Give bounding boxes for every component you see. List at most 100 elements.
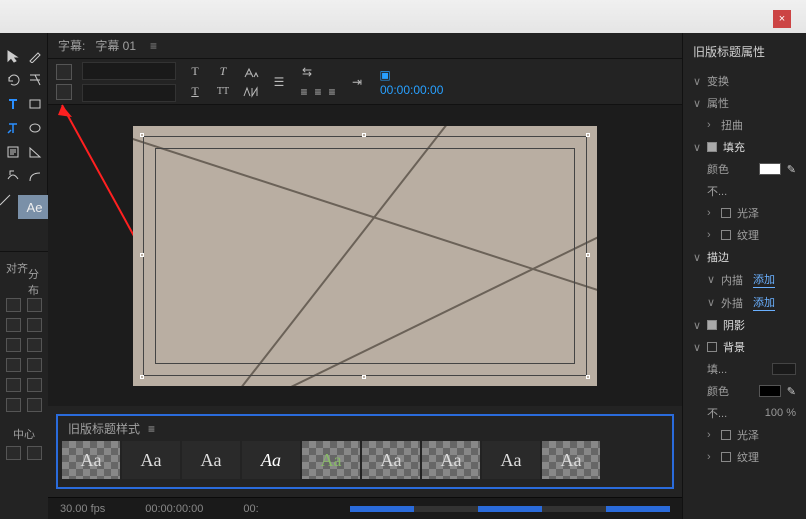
anchor-tool[interactable]: [26, 71, 44, 89]
rotate-tool[interactable]: [4, 71, 22, 89]
twisty-icon[interactable]: ∨: [693, 251, 701, 264]
texture-item[interactable]: 纹理: [737, 227, 759, 243]
twisty-icon[interactable]: ∨: [693, 97, 701, 110]
size-icon[interactable]: [242, 64, 260, 80]
align-btn[interactable]: [6, 338, 21, 352]
video-toggle-icon[interactable]: ▣: [376, 67, 394, 83]
strokes-group[interactable]: 描边: [707, 249, 729, 265]
bold-icon[interactable]: T: [186, 64, 204, 80]
align-btn[interactable]: [6, 358, 21, 372]
area-type-tool[interactable]: [4, 143, 22, 161]
font-style-select[interactable]: [82, 84, 176, 102]
align-btn[interactable]: [27, 358, 42, 372]
timecode[interactable]: 00:00:00:00: [380, 83, 443, 97]
fill-checkbox[interactable]: [707, 142, 717, 152]
style-swatch[interactable]: Aa: [242, 441, 300, 479]
center-v-btn[interactable]: [27, 446, 42, 460]
twisty-icon[interactable]: ›: [707, 229, 715, 241]
sheen-checkbox[interactable]: [721, 430, 731, 440]
selection-tool[interactable]: [4, 47, 22, 65]
align-btn[interactable]: [27, 318, 42, 332]
attributes-group[interactable]: 属性: [707, 95, 729, 111]
align-btn[interactable]: [27, 298, 42, 312]
add-inner-stroke[interactable]: 添加: [753, 271, 775, 288]
align-btn[interactable]: [27, 378, 42, 392]
align-btn[interactable]: [6, 318, 21, 332]
italic-icon[interactable]: T: [214, 64, 232, 80]
twisty-icon[interactable]: ›: [707, 451, 715, 463]
shadow-checkbox[interactable]: [707, 320, 717, 330]
style-swatch[interactable]: Aa: [182, 441, 240, 479]
style-swatch[interactable]: Aa: [62, 441, 120, 479]
line-tool[interactable]: [0, 191, 14, 209]
align-btn[interactable]: [27, 338, 42, 352]
close-icon[interactable]: ×: [773, 10, 791, 28]
tab-icon[interactable]: ⇥: [348, 74, 366, 90]
type-tool[interactable]: [4, 95, 22, 113]
style-thumb[interactable]: Ae: [18, 195, 52, 219]
ellipse-tool[interactable]: [26, 119, 44, 137]
align-left-icon[interactable]: ≡: [298, 84, 310, 100]
template-icon[interactable]: [56, 64, 72, 80]
font-family-select[interactable]: [82, 62, 176, 80]
add-outer-stroke[interactable]: 添加: [753, 294, 775, 311]
style-swatch[interactable]: Aa: [542, 441, 600, 479]
eyedropper-icon[interactable]: ✎: [787, 385, 796, 398]
opacity-value[interactable]: 100 %: [765, 407, 796, 419]
canvas-area[interactable]: [48, 105, 682, 406]
style-swatch[interactable]: Aa: [482, 441, 540, 479]
bg-sheen-item[interactable]: 光泽: [737, 427, 759, 443]
leading-icon[interactable]: ☰: [270, 74, 288, 90]
twisty-icon[interactable]: ∨: [693, 319, 701, 332]
timeline-ruler[interactable]: [350, 506, 670, 512]
fill-group[interactable]: 填充: [723, 139, 745, 155]
sheen-item[interactable]: 光泽: [737, 205, 759, 221]
vertical-type-tool[interactable]: [4, 119, 22, 137]
tracking-icon[interactable]: ⇆: [298, 64, 316, 80]
align-right-icon[interactable]: ≡: [326, 84, 338, 100]
template-icon[interactable]: [56, 84, 72, 100]
underline-icon[interactable]: T: [186, 84, 204, 100]
background-group[interactable]: 背景: [723, 339, 745, 355]
texture-checkbox[interactable]: [721, 452, 731, 462]
styles-menu-icon[interactable]: ≡: [148, 422, 155, 436]
background-checkbox[interactable]: [707, 342, 717, 352]
path-type-tool[interactable]: [4, 167, 22, 185]
wedge-tool[interactable]: [26, 143, 44, 161]
sheen-checkbox[interactable]: [721, 208, 731, 218]
twisty-icon[interactable]: ›: [707, 429, 715, 441]
smallcaps-icon[interactable]: TT: [214, 84, 232, 100]
bg-color-swatch[interactable]: [759, 385, 781, 397]
twisty-icon[interactable]: ›: [707, 207, 715, 219]
subtitle-menu-icon[interactable]: ≡: [150, 39, 157, 53]
twisty-icon[interactable]: ›: [707, 119, 715, 131]
twisty-icon[interactable]: ∨: [693, 75, 701, 88]
texture-checkbox[interactable]: [721, 230, 731, 240]
eyedropper-icon[interactable]: ✎: [787, 163, 796, 176]
twisty-icon[interactable]: ∨: [693, 141, 701, 154]
twisty-icon[interactable]: ∨: [707, 273, 715, 286]
align-center-icon[interactable]: ≡: [312, 84, 324, 100]
rectangle-tool[interactable]: [26, 95, 44, 113]
align-btn[interactable]: [27, 398, 42, 412]
pen-tool[interactable]: [26, 47, 44, 65]
filltype-select[interactable]: [772, 363, 796, 375]
style-swatch[interactable]: Aa: [362, 441, 420, 479]
style-swatch[interactable]: Aa: [422, 441, 480, 479]
arc-tool[interactable]: [26, 167, 44, 185]
fill-opacity-label: 不...: [707, 183, 727, 199]
twisty-icon[interactable]: ∨: [707, 296, 715, 309]
align-btn[interactable]: [6, 398, 21, 412]
center-h-btn[interactable]: [6, 446, 21, 460]
color-swatch[interactable]: [759, 163, 781, 175]
style-swatch[interactable]: Aa: [122, 441, 180, 479]
kerning-icon[interactable]: [242, 84, 260, 100]
align-btn[interactable]: [6, 298, 21, 312]
twisty-icon[interactable]: ∨: [693, 341, 701, 354]
transform-group[interactable]: 变换: [707, 73, 729, 89]
bg-texture-item[interactable]: 纹理: [737, 449, 759, 465]
distort-item[interactable]: 扭曲: [721, 117, 743, 133]
align-btn[interactable]: [6, 378, 21, 392]
shadow-group[interactable]: 阴影: [723, 317, 745, 333]
style-swatch[interactable]: Aa: [302, 441, 360, 479]
